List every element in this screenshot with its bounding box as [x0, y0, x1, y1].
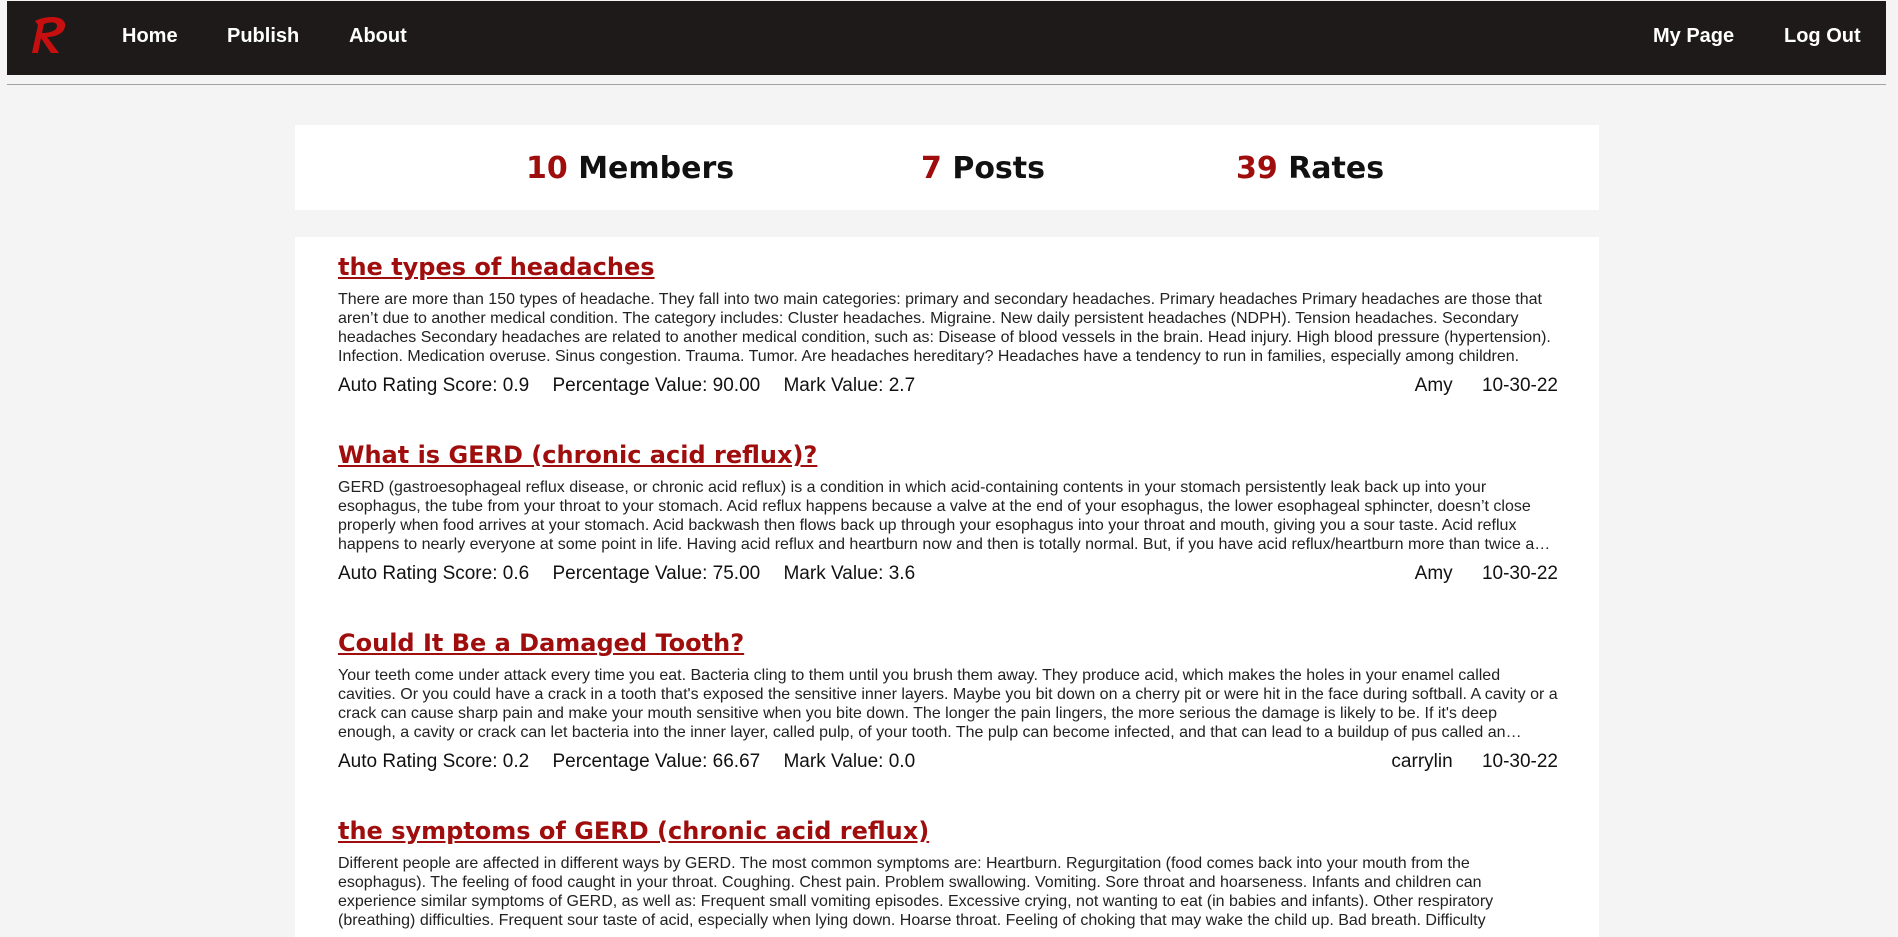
- post-excerpt: GERD (gastroesophageal reflux disease, o…: [338, 479, 1535, 553]
- auto-rating-score: Auto Rating Score: 0.6: [338, 563, 530, 584]
- post-meta: Auto Rating Score: 0.9 Percentage Value:…: [338, 375, 1558, 399]
- posts-label: Posts: [952, 151, 1045, 186]
- post-item: the types of headaches There are more th…: [338, 252, 1558, 399]
- post-date: 10-30-22: [1481, 563, 1558, 584]
- rates-count: 39: [1236, 151, 1278, 186]
- top-navbar: Home Publish About My Page Log Out: [7, 1, 1886, 75]
- members-label: Members: [578, 151, 735, 186]
- posts-stat: 7 Posts: [921, 151, 1045, 186]
- rates-label: Rates: [1288, 151, 1385, 186]
- post-title-link[interactable]: the symptoms of GERD (chronic acid reflu…: [338, 816, 1558, 846]
- post-title-link[interactable]: Could It Be a Damaged Tooth?: [338, 628, 1558, 658]
- rates-stat: 39 Rates: [1236, 151, 1384, 186]
- percentage-value: Percentage Value: 90.00: [552, 375, 761, 396]
- post-excerpt: There are more than 150 types of headach…: [338, 291, 1551, 365]
- nav-home-link[interactable]: Home: [122, 25, 178, 48]
- post-date: 10-30-22: [1481, 375, 1558, 396]
- post-excerpt: Your teeth come under attack every time …: [338, 667, 1558, 741]
- post-author: Amy: [1414, 375, 1453, 396]
- mark-value: Mark Value: 0.0: [783, 751, 916, 772]
- site-logo-icon[interactable]: [29, 13, 77, 59]
- mark-value: Mark Value: 2.7: [783, 375, 916, 396]
- auto-rating-score: Auto Rating Score: 0.9: [338, 375, 530, 396]
- post-meta: Auto Rating Score: 0.6 Percentage Value:…: [338, 563, 1558, 587]
- post-meta: Auto Rating Score: 0.2 Percentage Value:…: [338, 751, 1558, 775]
- post-date: 10-30-22: [1481, 751, 1558, 772]
- nav-divider: [7, 84, 1886, 85]
- mark-value: Mark Value: 3.6: [783, 563, 916, 584]
- post-title-link[interactable]: the types of headaches: [338, 252, 1558, 282]
- post-excerpt: Different people are affected in differe…: [338, 855, 1494, 929]
- nav-publish-link[interactable]: Publish: [227, 25, 299, 48]
- post-title-link[interactable]: What is GERD (chronic acid reflux)?: [338, 440, 1558, 470]
- post-item: Could It Be a Damaged Tooth? Your teeth …: [338, 628, 1558, 775]
- posts-count: 7: [921, 151, 942, 186]
- percentage-value: Percentage Value: 75.00: [552, 563, 761, 584]
- site-stats-panel: 10 Members 7 Posts 39 Rates: [295, 125, 1599, 210]
- post-author: Amy: [1414, 563, 1453, 584]
- percentage-value: Percentage Value: 66.67: [552, 751, 761, 772]
- nav-my-page-link[interactable]: My Page: [1653, 25, 1734, 48]
- post-author: carrylin: [1391, 751, 1453, 772]
- nav-log-out-link[interactable]: Log Out: [1784, 25, 1861, 48]
- auto-rating-score: Auto Rating Score: 0.2: [338, 751, 530, 772]
- post-item: What is GERD (chronic acid reflux)? GERD…: [338, 440, 1558, 587]
- members-count: 10: [526, 151, 568, 186]
- members-stat: 10 Members: [526, 151, 734, 186]
- post-list: the types of headaches There are more th…: [295, 237, 1599, 937]
- post-item: the symptoms of GERD (chronic acid reflu…: [338, 816, 1558, 930]
- nav-about-link[interactable]: About: [349, 25, 407, 48]
